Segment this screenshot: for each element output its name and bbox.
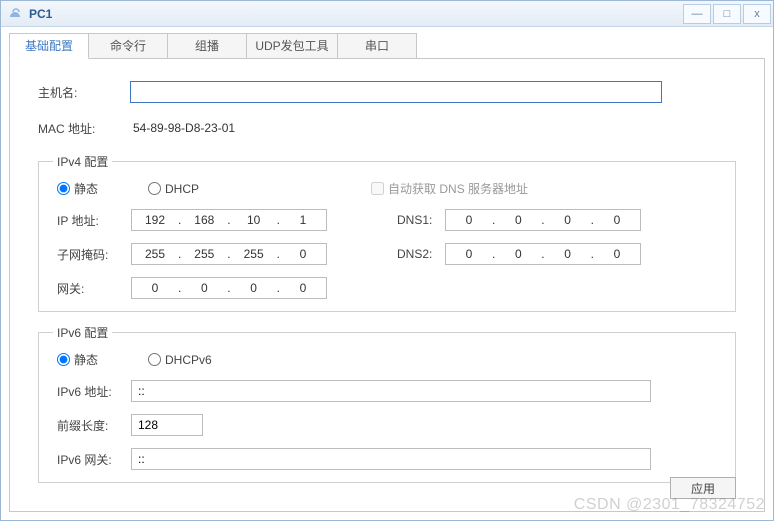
ipv6-static-label: 静态 [74, 351, 98, 368]
auto-dns-checkbox[interactable]: 自动获取 DNS 服务器地址 [371, 180, 528, 197]
minimize-button[interactable]: — [683, 4, 711, 24]
gw-label: 网关: [53, 280, 131, 297]
dns1-label: DNS1: [397, 213, 445, 227]
dns2-label: DNS2: [397, 247, 445, 261]
ipv4-dhcp-label: DHCP [165, 182, 199, 196]
app-icon [7, 6, 23, 22]
window-controls: — □ x [683, 4, 773, 24]
ipv4-static-radio[interactable]: 静态 [57, 180, 98, 197]
tab-serial[interactable]: 串口 [337, 33, 417, 59]
title-bar: PC1 — □ x [1, 1, 773, 27]
ipv4-group: IPv4 配置 静态 DHCP 自动获取 DNS 服务器地址 IP 地址: [38, 153, 736, 312]
tab-command-line[interactable]: 命令行 [88, 33, 168, 59]
ipv6-prefix-input[interactable] [131, 414, 203, 436]
ipv6-static-radio[interactable]: 静态 [57, 351, 98, 368]
tab-multicast[interactable]: 组播 [167, 33, 247, 59]
ipv4-static-label: 静态 [74, 180, 98, 197]
ipv6-mode-row: 静态 DHCPv6 [53, 351, 721, 368]
tab-udp-tool[interactable]: UDP发包工具 [246, 33, 338, 59]
mac-row: MAC 地址: 54-89-98-D8-23-01 [38, 117, 736, 139]
window-title: PC1 [29, 7, 52, 21]
ipv4-ip-row: IP 地址: 192. 168. 10. 1 DNS1: 0. 0. 0. 0 [53, 209, 721, 231]
ipv6-addr-input[interactable] [131, 380, 651, 402]
ipv6-prefix-row: 前缀长度: [53, 414, 721, 436]
ipv6-addr-row: IPv6 地址: [53, 380, 721, 402]
ipv6-addr-label: IPv6 地址: [53, 383, 131, 400]
mask-label: 子网掩码: [53, 246, 131, 263]
window-frame: PC1 — □ x 基础配置 命令行 组播 UDP发包工具 串口 主机名: MA… [0, 0, 774, 521]
ipv6-dhcpv6-label: DHCPv6 [165, 353, 212, 367]
hostname-label: 主机名: [38, 84, 130, 101]
tab-basic-config[interactable]: 基础配置 [9, 33, 89, 59]
mac-label: MAC 地址: [38, 120, 130, 137]
close-button[interactable]: x [743, 4, 771, 24]
hostname-row: 主机名: [38, 81, 736, 103]
ipv4-mode-row: 静态 DHCP 自动获取 DNS 服务器地址 [53, 180, 721, 197]
apply-button[interactable]: 应用 [670, 477, 736, 499]
ipv6-prefix-label: 前缀长度: [53, 417, 131, 434]
ipv6-legend: IPv6 配置 [53, 324, 112, 341]
ipv4-dhcp-radio[interactable]: DHCP [148, 182, 199, 196]
ipv6-group: IPv6 配置 静态 DHCPv6 IPv6 地址: 前缀长度: [38, 324, 736, 483]
mac-value: 54-89-98-D8-23-01 [130, 117, 662, 139]
tab-bar: 基础配置 命令行 组播 UDP发包工具 串口 [9, 33, 765, 59]
hostname-input[interactable] [130, 81, 662, 103]
mask-input[interactable]: 255. 255. 255. 0 [131, 243, 327, 265]
ip-input[interactable]: 192. 168. 10. 1 [131, 209, 327, 231]
ipv6-gw-input[interactable] [131, 448, 651, 470]
gw-input[interactable]: 0. 0. 0. 0 [131, 277, 327, 299]
dns2-input[interactable]: 0. 0. 0. 0 [445, 243, 641, 265]
ipv4-gw-row: 网关: 0. 0. 0. 0 [53, 277, 721, 299]
ipv6-gw-label: IPv6 网关: [53, 451, 131, 468]
tab-body: 主机名: MAC 地址: 54-89-98-D8-23-01 IPv4 配置 静… [9, 58, 765, 512]
maximize-button[interactable]: □ [713, 4, 741, 24]
ipv4-mask-row: 子网掩码: 255. 255. 255. 0 DNS2: 0. 0. 0. 0 [53, 243, 721, 265]
auto-dns-label: 自动获取 DNS 服务器地址 [388, 180, 528, 197]
dns1-input[interactable]: 0. 0. 0. 0 [445, 209, 641, 231]
content-area: 基础配置 命令行 组播 UDP发包工具 串口 主机名: MAC 地址: 54-8… [1, 27, 773, 520]
ipv6-dhcpv6-radio[interactable]: DHCPv6 [148, 353, 212, 367]
ipv4-legend: IPv4 配置 [53, 153, 112, 170]
ip-label: IP 地址: [53, 212, 131, 229]
ipv6-gw-row: IPv6 网关: [53, 448, 721, 470]
